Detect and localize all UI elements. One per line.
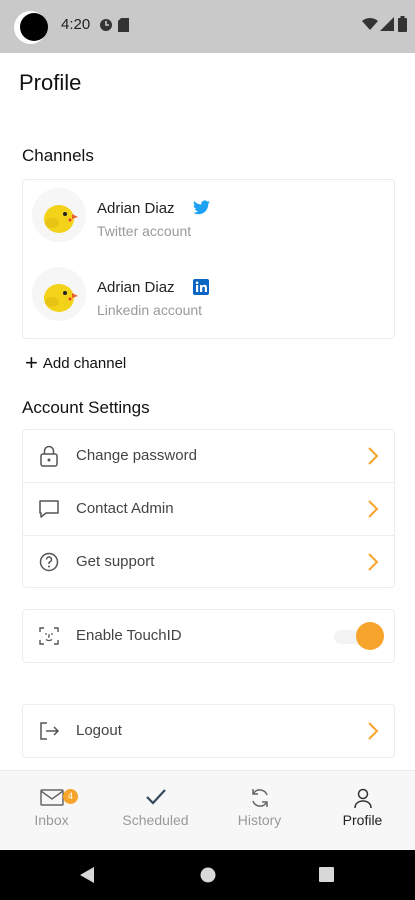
change-password-label: Change password (76, 447, 197, 464)
account-settings-card: Change password Contact Admin Get suppor… (22, 429, 395, 588)
status-bar: 4:20 (0, 0, 415, 53)
contact-admin-label: Contact Admin (76, 500, 174, 517)
tab-profile[interactable]: Profile (311, 771, 414, 851)
bottom-tab-bar: 4 Inbox Scheduled History Profile (0, 770, 415, 851)
channel-item-linkedin[interactable]: Adrian Diaz Linkedin account (23, 259, 394, 339)
chat-icon (39, 500, 59, 518)
account-settings-section-title: Account Settings (22, 398, 150, 417)
twitter-icon (193, 200, 210, 215)
chick-avatar-icon (44, 205, 78, 233)
channel-item-twitter[interactable]: Adrian Diaz Twitter account (23, 180, 394, 260)
status-time: 4:20 (61, 16, 91, 33)
add-channel-label: Add channel (42, 354, 127, 372)
chick-avatar-icon (44, 284, 78, 312)
add-channel-button[interactable]: + Add channel (25, 352, 126, 374)
lock-icon (40, 445, 58, 467)
camera-cutout (14, 11, 48, 44)
logout-row[interactable]: Logout (23, 705, 394, 757)
check-icon (145, 789, 166, 805)
avatar (32, 188, 86, 242)
chevron-right-icon (368, 447, 379, 465)
chevron-right-icon (368, 500, 379, 518)
logout-card: Logout (22, 704, 395, 758)
tab-label: Profile (342, 812, 383, 828)
chevron-right-icon (368, 722, 379, 740)
logout-label: Logout (76, 722, 122, 739)
signal-icon (380, 17, 394, 31)
toggle-knob (356, 622, 384, 650)
touchid-card: Enable TouchID (22, 609, 395, 663)
channel-subtitle: Twitter account (97, 223, 192, 239)
channel-subtitle: Linkedin account (97, 302, 203, 318)
tab-label: Inbox (34, 812, 69, 828)
channels-card: Adrian Diaz Twitter account Adrian Diaz … (22, 179, 395, 339)
tab-inbox[interactable]: 4 Inbox (0, 771, 103, 851)
person-icon (353, 788, 372, 809)
battery-icon (398, 16, 407, 32)
touchid-row: Enable TouchID (23, 610, 394, 662)
face-scan-icon (39, 627, 59, 645)
channel-name: Adrian Diaz (97, 200, 175, 217)
get-support-row[interactable]: Get support (23, 536, 394, 588)
touchid-toggle[interactable] (332, 620, 384, 652)
avatar (32, 267, 86, 321)
recents-icon[interactable] (319, 867, 334, 882)
wifi-icon (362, 17, 378, 30)
tab-history[interactable]: History (208, 771, 311, 851)
back-icon[interactable] (80, 867, 95, 883)
touchid-label: Enable TouchID (76, 627, 182, 644)
linkedin-icon (193, 279, 209, 295)
channels-section-title: Channels (22, 146, 94, 165)
inbox-icon (39, 789, 64, 806)
inbox-badge: 4 (63, 789, 78, 804)
get-support-label: Get support (76, 553, 155, 570)
channel-name: Adrian Diaz (97, 279, 175, 296)
help-icon (39, 552, 59, 572)
home-icon[interactable] (200, 867, 216, 883)
plus-icon: + (25, 350, 38, 375)
refresh-icon (251, 789, 268, 807)
chevron-right-icon (368, 553, 379, 571)
tab-label: History (237, 812, 282, 828)
logout-icon (40, 722, 60, 740)
sd-card-icon (118, 18, 129, 32)
change-password-row[interactable]: Change password (23, 430, 394, 482)
contact-admin-row[interactable]: Contact Admin (23, 483, 394, 535)
system-nav-bar (0, 850, 415, 900)
tab-label: Scheduled (122, 812, 189, 828)
sync-status-icon (100, 19, 112, 31)
page-title: Profile (19, 70, 82, 95)
tab-scheduled[interactable]: Scheduled (104, 771, 207, 851)
